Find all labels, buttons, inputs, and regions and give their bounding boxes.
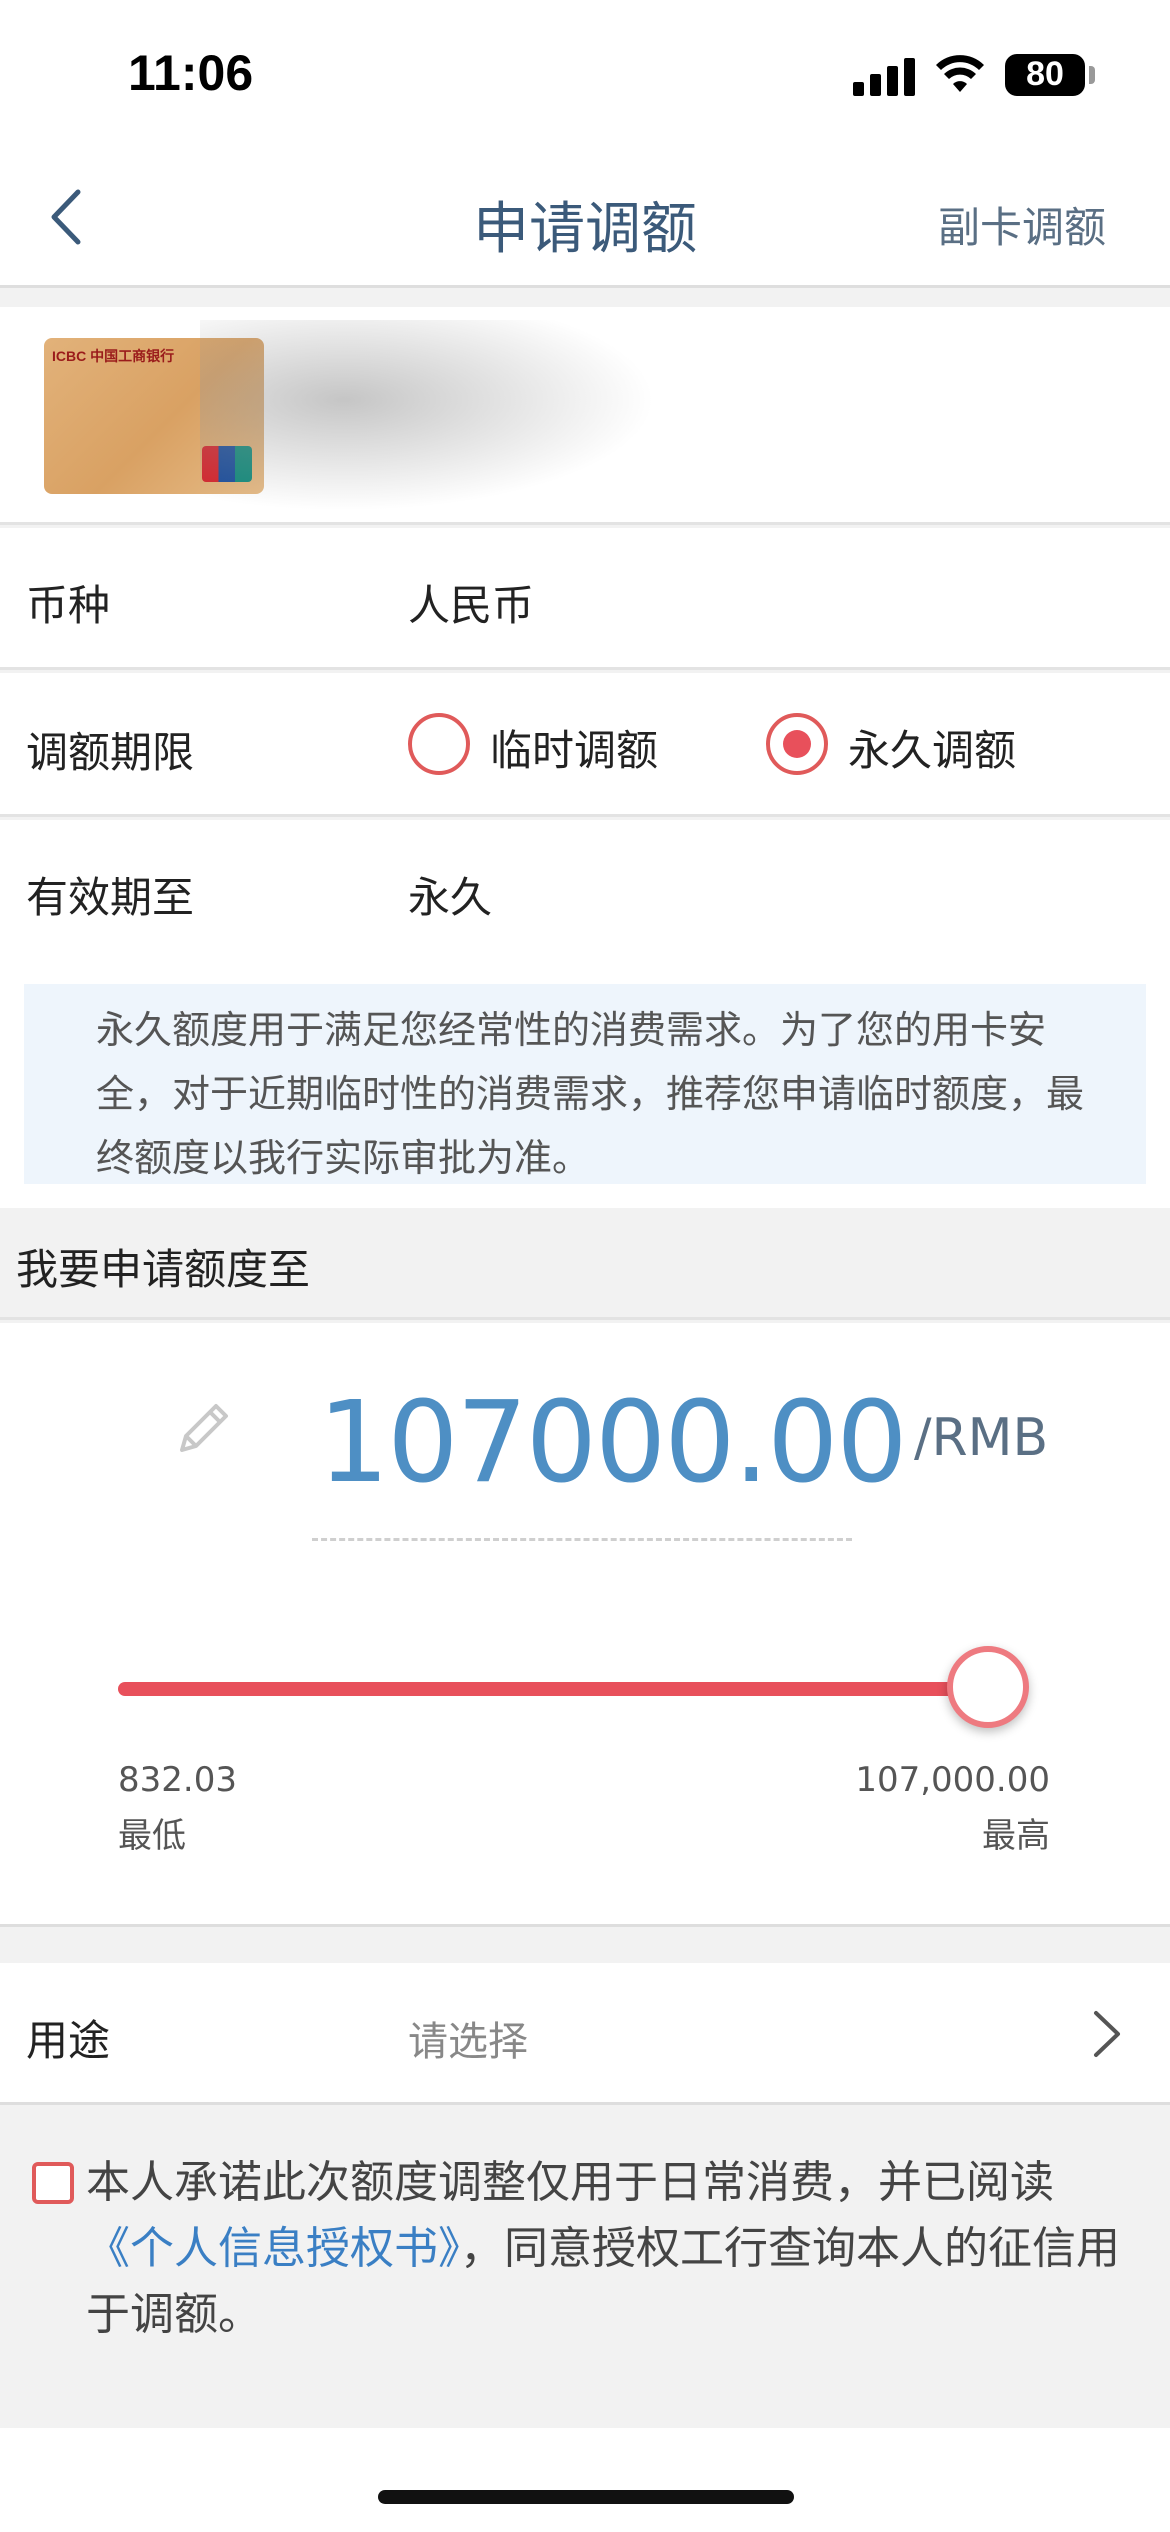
slider-min-label: 最低 <box>118 1816 186 1856</box>
status-time: 11:06 <box>128 45 254 101</box>
radio-permanent[interactable] <box>766 713 828 775</box>
battery-icon: 80 <box>1005 54 1085 96</box>
divider-gap <box>0 291 1170 307</box>
pencil-icon[interactable] <box>172 1396 236 1460</box>
period-row: 调额期限 临时调额 永久调额 <box>0 673 1170 817</box>
purpose-row[interactable]: 用途 请选择 <box>0 1963 1170 2105</box>
bank-logo: ICBC 中国工商银行 <box>52 348 175 364</box>
slider-max-label: 最高 <box>982 1816 1050 1856</box>
amount-section-title: 我要申请额度至 <box>16 1245 311 1294</box>
section-header: 我要申请额度至 <box>0 1208 1170 1320</box>
currency-label: 币种 <box>26 581 111 630</box>
amount-slider-thumb[interactable] <box>947 1646 1029 1728</box>
currency-row: 币种 人民币 <box>0 528 1170 670</box>
amount-slider-track[interactable] <box>118 1682 1008 1696</box>
battery-cap <box>1089 66 1095 84</box>
valid-until-value: 永久 <box>408 873 493 922</box>
slider-min-value: 832.03 <box>118 1760 237 1800</box>
chevron-right-icon[interactable] <box>1090 2007 1124 2061</box>
bottom-area <box>0 2428 1170 2532</box>
valid-until-row: 有效期至 永久 <box>0 820 1170 962</box>
radio-temporary-label[interactable]: 临时调额 <box>490 717 658 778</box>
amount-underline <box>312 1538 852 1541</box>
currency-value: 人民币 <box>408 581 535 630</box>
secondary-card-adjust-button[interactable]: 副卡调额 <box>938 194 1106 255</box>
signal-icon <box>853 58 915 96</box>
radio-permanent-label[interactable]: 永久调额 <box>848 717 1016 778</box>
wifi-icon <box>936 55 984 92</box>
agreement-text-before: 本人承诺此次额度调整仅用于日常消费，并已阅读 <box>86 2157 1054 2208</box>
radio-temporary[interactable] <box>408 713 470 775</box>
agreement-text: 本人承诺此次额度调整仅用于日常消费，并已阅读《个人信息授权书》，同意授权工行查询… <box>86 2150 1126 2348</box>
agreement-checkbox[interactable] <box>32 2162 74 2204</box>
amount-input[interactable]: 107000.00 <box>318 1378 908 1508</box>
valid-until-label: 有效期至 <box>26 873 195 922</box>
amount-unit: /RMB <box>914 1408 1049 1468</box>
home-indicator <box>378 2490 794 2504</box>
battery-level: 80 <box>1026 55 1064 93</box>
slider-max-value: 107,000.00 <box>855 1760 1050 1800</box>
period-label: 调额期限 <box>26 728 195 777</box>
purpose-label: 用途 <box>26 2016 111 2065</box>
card-number-blurred <box>200 320 680 520</box>
purpose-select[interactable]: 请选择 <box>408 2009 528 2067</box>
authorization-link[interactable]: 《个人信息授权书》 <box>86 2223 460 2274</box>
info-notice: 永久额度用于满足您经常性的消费需求。为了您的用卡安全，对于近期临时性的消费需求，… <box>24 984 1146 1184</box>
